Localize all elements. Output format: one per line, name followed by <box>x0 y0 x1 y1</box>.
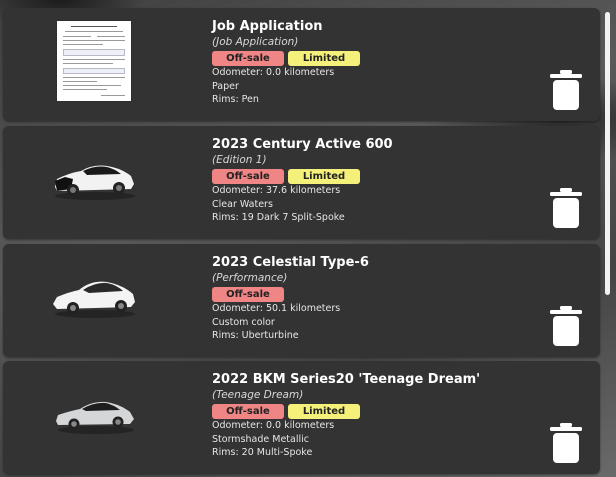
item-subtitle: (Performance) <box>212 272 288 284</box>
item-subtitle: (Edition 1) <box>212 154 267 166</box>
item-thumbnail <box>29 252 159 342</box>
item-title: Job Application <box>212 19 323 34</box>
limited-badge: Limited <box>288 169 360 184</box>
item-thumbnail <box>29 16 159 106</box>
rims-text: Rims: Uberturbine <box>212 330 299 341</box>
item-title: 2023 Century Active 600 <box>212 137 393 152</box>
item-title: 2022 BKM Series20 'Teenage Dream' <box>212 372 481 387</box>
item-info: 2022 BKM Series20 'Teenage Dream' (Teena… <box>212 371 532 460</box>
color-text: Stormshade Metallic <box>212 433 309 445</box>
trash-icon[interactable] <box>550 70 582 110</box>
offsale-badge: Off-sale <box>212 51 284 66</box>
offsale-badge: Off-sale <box>212 404 284 419</box>
odometer-text: Odometer: 37.6 kilometers <box>212 185 341 196</box>
scrollbar[interactable] <box>605 12 610 295</box>
trash-icon[interactable] <box>550 188 582 228</box>
odometer-text: Odometer: 0.0 kilometers <box>212 67 335 78</box>
rims-text: Rims: 19 Dark 7 Split-Spoke <box>212 212 345 223</box>
badge-row: Off-sale Limited <box>212 51 532 66</box>
color-text: Paper <box>212 80 239 92</box>
badge-row: Off-sale Limited <box>212 404 532 419</box>
badge-row: Off-sale Limited <box>212 169 532 184</box>
badge-row: Off-sale <box>212 287 532 302</box>
car-icon <box>53 281 135 318</box>
trash-icon[interactable] <box>550 423 582 463</box>
item-subtitle: (Job Application) <box>212 36 299 48</box>
inventory-list: Job Application (Job Application) Off-sa… <box>0 0 602 477</box>
rims-text: Rims: 20 Multi-Spoke <box>212 447 313 458</box>
rims-text: Rims: Pen <box>212 94 259 105</box>
inventory-card-celestial-type-6[interactable]: 2023 Celestial Type-6 (Performance) Off-… <box>3 244 600 357</box>
odometer-text: Odometer: 0.0 kilometers <box>212 420 335 431</box>
inventory-card-job-application[interactable]: Job Application (Job Application) Off-sa… <box>3 8 600 121</box>
limited-badge: Limited <box>288 404 360 419</box>
color-text: Custom color <box>212 316 275 328</box>
document-icon <box>57 21 131 101</box>
inventory-card-century-active-600[interactable]: 2023 Century Active 600 (Edition 1) Off-… <box>3 126 600 239</box>
item-info: Job Application (Job Application) Off-sa… <box>212 18 532 107</box>
item-info: 2023 Century Active 600 (Edition 1) Off-… <box>212 136 532 225</box>
item-thumbnail <box>29 369 159 459</box>
offsale-badge: Off-sale <box>212 169 284 184</box>
car-icon <box>55 165 135 200</box>
item-info: 2023 Celestial Type-6 (Performance) Off-… <box>212 254 532 343</box>
trash-icon[interactable] <box>550 306 582 346</box>
item-subtitle: (Teenage Dream) <box>212 389 304 401</box>
offsale-badge: Off-sale <box>212 287 284 302</box>
color-text: Clear Waters <box>212 198 273 210</box>
limited-badge: Limited <box>288 51 360 66</box>
odometer-text: Odometer: 50.1 kilometers <box>212 303 341 314</box>
item-thumbnail <box>29 134 159 224</box>
car-icon <box>56 401 134 434</box>
inventory-card-bkm-series20[interactable]: 2022 BKM Series20 'Teenage Dream' (Teena… <box>3 361 600 474</box>
item-title: 2023 Celestial Type-6 <box>212 255 369 270</box>
